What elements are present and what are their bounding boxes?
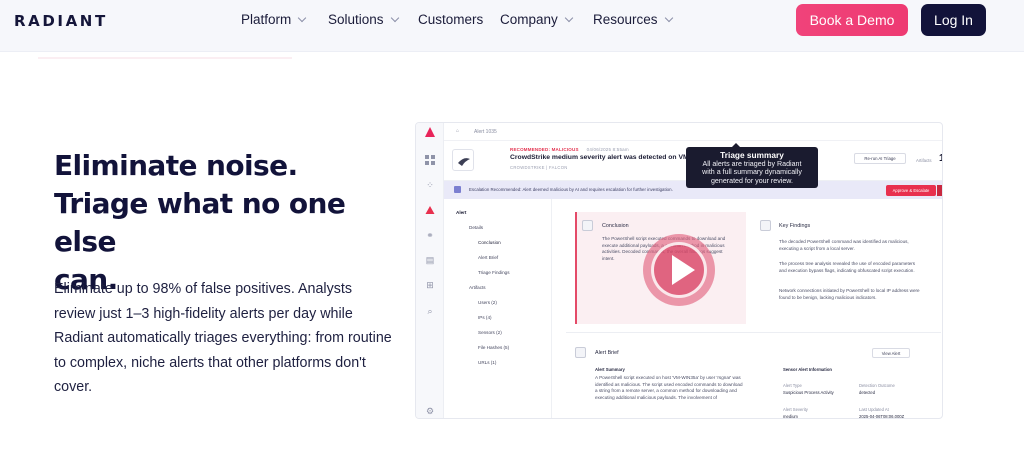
nav-company[interactable]: Company [500, 12, 574, 27]
tree-item-artifacts[interactable]: Artifacts [469, 285, 486, 290]
book-demo-button[interactable]: Book a Demo [796, 4, 908, 36]
summary-label: Alert Summary [595, 367, 625, 372]
recommendation-label: RECOMMENDED: MALICIOUS 04/06/2025 8:55am [510, 147, 629, 152]
sensor-field-value: medium [783, 414, 798, 419]
top-navbar: RADIANT Platform Solutions Customers Com… [0, 0, 1024, 52]
rerun-triage-button[interactable]: Re-run AI Triage [854, 153, 906, 164]
alert-tree: Alert Details Conclusion Alert Brief Tri… [444, 199, 552, 418]
sensor-field-label: Detection Outcome [859, 383, 895, 388]
tree-item-findings[interactable]: Triage Findings [478, 270, 510, 275]
play-icon [672, 255, 695, 285]
sensor-field-value: detected [859, 390, 876, 395]
sensor-title: Sensor Alert Information [783, 367, 832, 372]
tree-item-details[interactable]: Details [469, 225, 483, 230]
login-button[interactable]: Log In [921, 4, 986, 36]
sensor-field-label: Last Updated At [859, 407, 889, 412]
finding-item: The process tree analysis revealed the u… [779, 261, 916, 273]
activity-icon: ⁘ [426, 180, 434, 190]
tooltip-title: Triage summary [720, 150, 784, 160]
escalation-text: Escalation Recommended: Alert deemed mal… [469, 187, 673, 192]
nav-customers[interactable]: Customers [418, 12, 483, 27]
conclusion-icon [582, 220, 593, 231]
nav-solutions-label: Solutions [328, 12, 384, 27]
tooltip-line: generated for your review. [710, 176, 794, 185]
radiant-mark-icon [425, 127, 435, 137]
tree-item-hashes[interactable]: File Hashes (5) [478, 345, 509, 350]
nav-platform-label: Platform [241, 12, 292, 27]
radiant-logo[interactable]: RADIANT [14, 12, 108, 30]
conclusion-title: Conclusion [602, 223, 629, 229]
tooltip-line: All alerts are triaged by Radiant [702, 160, 802, 168]
search-icon: ⌕ [427, 306, 433, 316]
escalation-icon [454, 186, 461, 193]
brief-title: Alert Brief [595, 350, 619, 356]
tree-item-urls[interactable]: URLs (1) [478, 360, 496, 365]
tree-item-sensors[interactable]: Sensors (2) [478, 330, 502, 335]
sensor-field-value: 2025-04-06T08:06.000Z [859, 414, 905, 419]
database-icon: ▤ [425, 255, 435, 265]
findings-title: Key Findings [779, 223, 811, 229]
integrations-icon: ⊞ [426, 280, 434, 290]
breadcrumb: ⌂ Alert 1035 [444, 123, 942, 141]
finding-item: The decoded PowerShell command was ident… [779, 239, 909, 251]
chevron-down-icon [564, 13, 574, 22]
headline-line: Eliminate noise. [54, 149, 298, 182]
tree-item-conclusion[interactable]: Conclusion [478, 240, 501, 245]
crowdstrike-logo-icon [452, 149, 474, 171]
alert-source: CROWDSTRIKE | FALCON [510, 165, 568, 170]
finding-item: Network connections initiated by PowerSh… [779, 288, 920, 300]
network-icon: ⚭ [426, 230, 434, 240]
divider [38, 57, 292, 59]
tree-root[interactable]: Alert [456, 210, 466, 215]
summary-text: A PowerShell script executed on host 'VM… [595, 375, 743, 400]
nav-customers-label: Customers [418, 12, 484, 27]
logo-text: RADIANT [14, 12, 108, 30]
nav-resources-label: Resources [593, 12, 658, 27]
sensor-field-value: Suspicious Process Activity [783, 390, 834, 395]
breadcrumb-current: Alert 1035 [474, 129, 497, 135]
tooltip-line: with a full summary dynamically [702, 168, 802, 177]
brief-icon [575, 347, 586, 358]
triage-summary-tooltip: Triage summary All alerts are triaged by… [686, 143, 818, 188]
findings-icon [760, 220, 771, 231]
sensor-field-label: Alert Type [783, 383, 802, 388]
artifacts-count: 14 [939, 153, 942, 164]
tree-item-brief[interactable]: Alert Brief [478, 255, 498, 260]
approve-escalate-button[interactable]: Approve & Escalate [886, 185, 936, 196]
gear-icon: ⚙ [425, 406, 435, 416]
alert-title: CrowdStrike medium severity alert was de… [510, 154, 716, 161]
nav-company-label: Company [500, 12, 558, 27]
sensor-field-label: Alert Severity [783, 407, 808, 412]
tree-item-ips[interactable]: IPs (4) [478, 315, 492, 320]
home-icon: ⌂ [456, 128, 460, 134]
view-alert-button[interactable]: View Alert [872, 348, 910, 358]
nav-platform[interactable]: Platform [241, 12, 307, 27]
headline-line: Triage what no one else [54, 187, 346, 258]
approve-dropdown-button[interactable] [937, 185, 942, 196]
nav-solutions[interactable]: Solutions [328, 12, 399, 27]
app-sidebar: ⁘ ⚭ ▤ ⊞ ⌕ ⚙ [416, 123, 444, 418]
product-video-thumbnail[interactable]: ⁘ ⚭ ▤ ⊞ ⌕ ⚙ ⌂ Alert 1035 RECOMMENDED: MA… [415, 122, 943, 419]
chevron-down-icon [664, 13, 673, 22]
chevron-down-icon [298, 13, 307, 22]
alert-icon [425, 205, 435, 215]
tree-item-users[interactable]: Users (2) [478, 300, 497, 305]
nav-resources[interactable]: Resources [593, 12, 673, 27]
section-divider [566, 332, 941, 333]
artifacts-label: Artifacts [916, 158, 932, 163]
dashboard-icon [425, 155, 435, 165]
chevron-down-icon [390, 13, 399, 22]
alert-timestamp: 04/06/2025 8:55am [586, 147, 629, 152]
hero-body: Eliminate up to 98% of false positives. … [54, 281, 392, 395]
